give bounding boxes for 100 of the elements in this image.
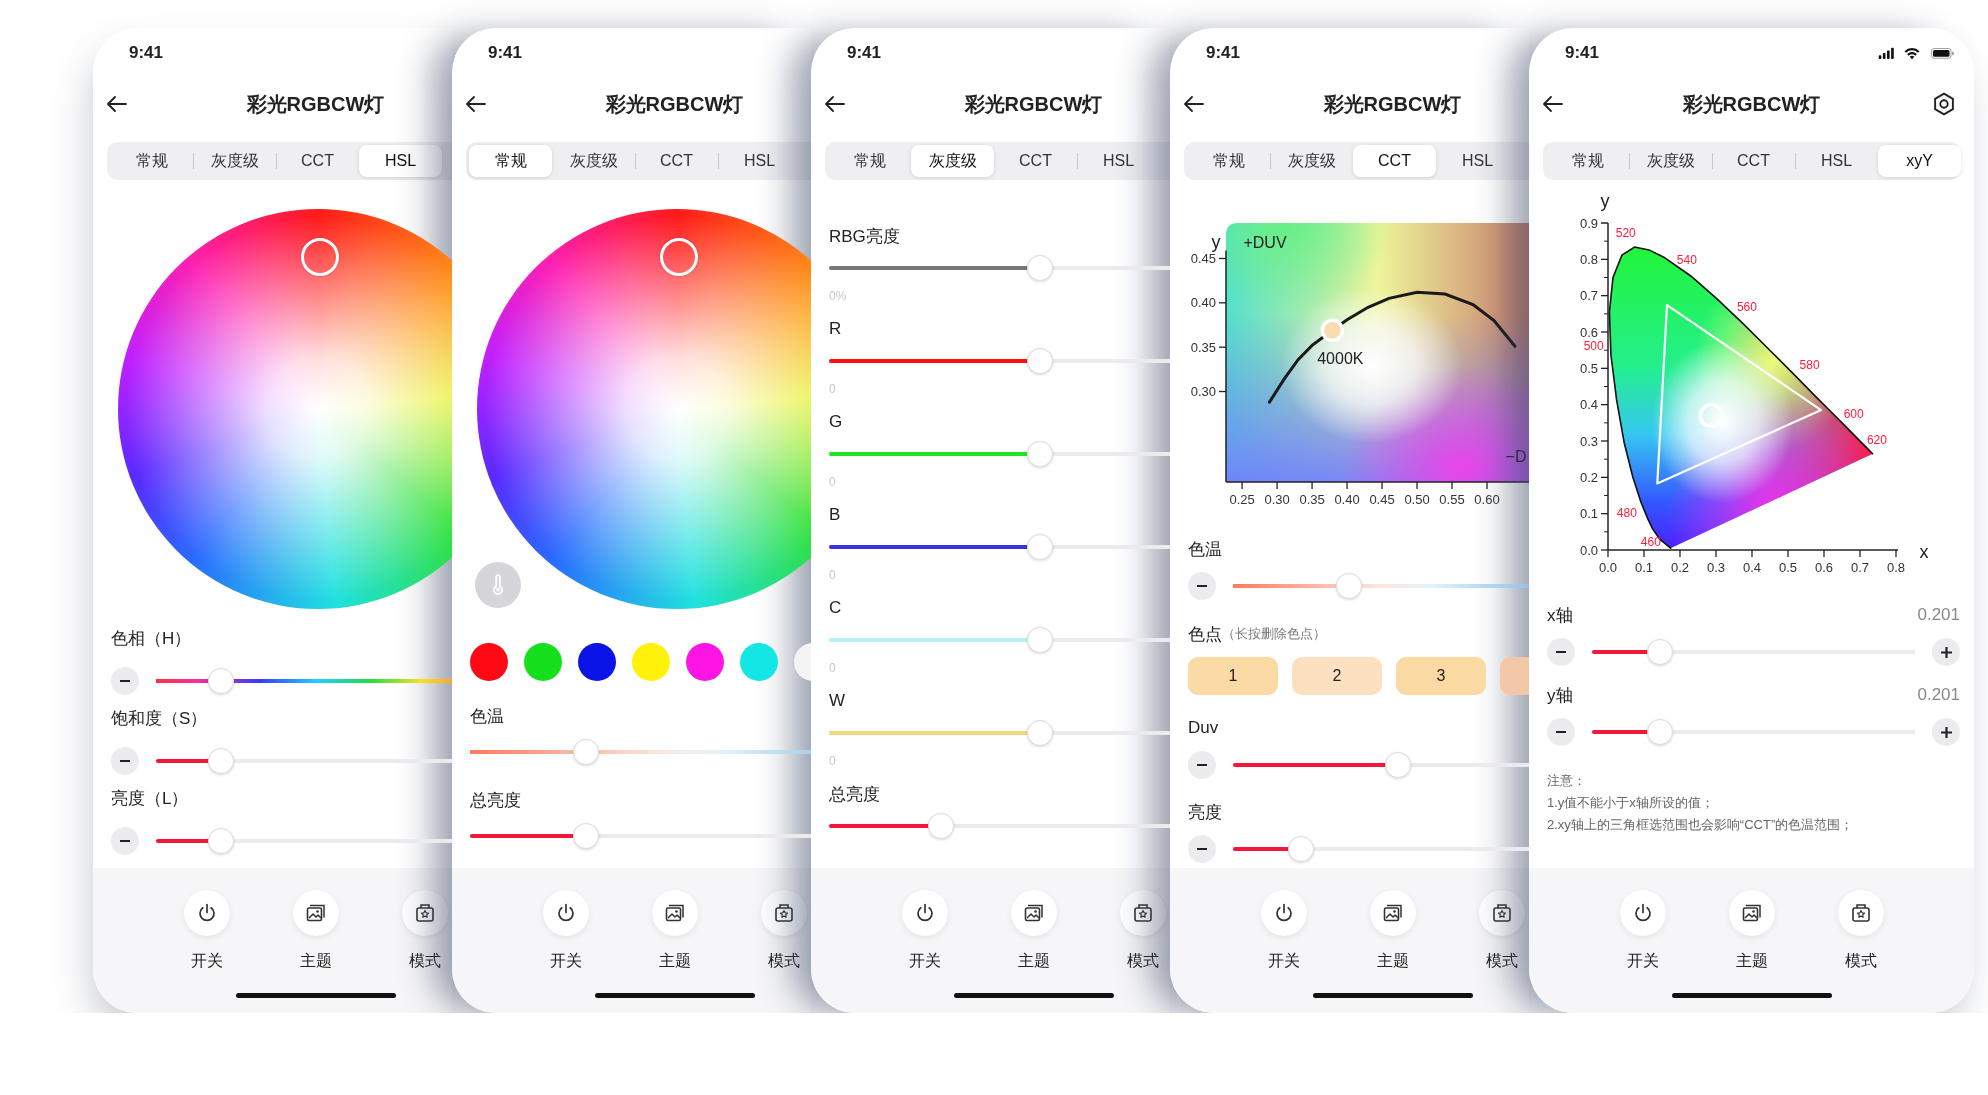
slider-thumb[interactable] [572, 823, 599, 849]
wavelength-label: 560 [1736, 300, 1757, 315]
color-swatch[interactable] [632, 643, 670, 681]
axis-tick-label: 0.30 [1264, 492, 1290, 507]
slider-thumb[interactable] [207, 668, 234, 694]
gamut-triangle[interactable] [1656, 304, 1823, 485]
plus-icon [1940, 726, 1952, 738]
tab[interactable]: 常规 [110, 145, 193, 177]
bottom-nav-button[interactable]: 开关 [870, 890, 979, 972]
status-time: 9:41 [488, 43, 523, 63]
color-swatch[interactable] [524, 643, 562, 681]
tab[interactable]: 常规 [828, 145, 911, 177]
bottom-nav-button[interactable]: 开关 [152, 890, 261, 972]
wavelength-label: 540 [1676, 253, 1697, 268]
picture-icon [1369, 890, 1416, 936]
power-icon [542, 890, 589, 936]
settings-icon[interactable] [1931, 91, 1957, 117]
slider-thumb[interactable] [1384, 752, 1411, 778]
slider-thumb[interactable] [1287, 836, 1314, 862]
slider-thumb[interactable] [1026, 627, 1053, 653]
nav-label: 开关 [908, 951, 941, 971]
color-point-chip[interactable]: 2 [1292, 657, 1382, 695]
minus-icon [1197, 764, 1207, 766]
nav-label: 开关 [1626, 951, 1659, 971]
slider-thumb[interactable] [572, 739, 599, 765]
slider-thumb[interactable] [1026, 441, 1053, 467]
slider-label: 色温 [470, 705, 504, 728]
slider-label: R [829, 319, 842, 339]
bottom-nav-button[interactable]: 开关 [1229, 890, 1338, 972]
bottom-nav-button[interactable]: 开关 [511, 890, 620, 972]
power-icon [183, 890, 230, 936]
slider-thumb[interactable] [1646, 719, 1673, 745]
color-swatch[interactable] [470, 643, 508, 681]
axis-tick-label: 0.9 [1579, 215, 1598, 231]
wavelength-label: 460 [1640, 535, 1661, 549]
nav-label: 主题 [299, 951, 332, 971]
slider-label: 色相（H） [111, 627, 192, 650]
tab[interactable]: 常规 [469, 145, 552, 177]
slider-label: 饱和度（S） [111, 707, 208, 730]
color-point-marker[interactable] [1320, 318, 1345, 343]
slider-label: 总亮度 [470, 789, 521, 812]
nav-label: 开关 [549, 951, 582, 971]
color-swatch[interactable] [578, 643, 616, 681]
slider-label: C [829, 598, 842, 618]
minus-button[interactable] [1188, 751, 1216, 779]
slider-thumb[interactable] [1026, 255, 1053, 281]
tab[interactable]: CCT [1353, 145, 1436, 177]
power-icon [1619, 890, 1666, 936]
tab[interactable]: 灰度级 [911, 145, 994, 177]
color-point-chip[interactable]: 1 [1188, 657, 1278, 695]
slider-thumb[interactable] [1026, 534, 1053, 560]
slider-thumb[interactable] [207, 748, 234, 774]
slider-thumb[interactable] [1026, 720, 1053, 746]
plus-button[interactable] [1932, 638, 1960, 666]
slider-label: x轴 [1547, 604, 1573, 627]
color-swatch[interactable] [740, 643, 778, 681]
wavelength-label: 480 [1616, 506, 1637, 521]
bottom-nav-button[interactable]: 模式 [1806, 890, 1915, 972]
minus-button[interactable] [1547, 718, 1575, 746]
minus-button[interactable] [111, 747, 139, 775]
wheel-handle[interactable] [300, 238, 339, 276]
slider-thumb[interactable] [927, 813, 954, 839]
tab[interactable]: 常规 [1546, 145, 1629, 177]
bottom-nav-button[interactable]: 开关 [1588, 890, 1697, 972]
note-text: 2.xy轴上的三角框选范围也会影响“CCT”的色温范围； [1547, 816, 1855, 834]
minus-button[interactable] [111, 827, 139, 855]
slider-thumb[interactable] [1026, 348, 1053, 374]
axis-tick-label: 0.4 [1579, 397, 1598, 413]
minus-button[interactable] [1188, 572, 1216, 600]
tab[interactable]: HSL [359, 145, 442, 177]
nav-label: 模式 [1485, 951, 1518, 971]
minus-button[interactable] [1547, 638, 1575, 666]
tab[interactable]: HSL [1436, 145, 1519, 177]
minus-icon [120, 760, 130, 762]
slider-thumb[interactable] [1646, 639, 1673, 665]
bottom-nav-button[interactable]: 主题 [1338, 890, 1447, 972]
color-swatch[interactable] [686, 643, 724, 681]
axis-tick-label: 0.55 [1439, 492, 1465, 507]
minus-button[interactable] [111, 667, 139, 695]
bottom-nav-button[interactable]: 主题 [979, 890, 1088, 972]
slider-thumb[interactable] [1336, 573, 1363, 599]
plus-button[interactable] [1932, 718, 1960, 746]
chart-annotation: +DUV [1243, 234, 1287, 251]
nav-label: 主题 [1735, 951, 1768, 971]
color-point-marker[interactable] [1698, 402, 1725, 429]
minus-button[interactable] [1188, 835, 1216, 863]
axis-tick-label: 0.0 [1598, 560, 1618, 575]
tab[interactable]: 灰度级 [552, 145, 635, 177]
bottom-nav-button[interactable]: 主题 [261, 890, 370, 972]
tab[interactable]: 常规 [1187, 145, 1270, 177]
tab[interactable]: xyY [1878, 145, 1961, 177]
wheel-handle[interactable] [659, 238, 698, 276]
tab[interactable]: CCT [994, 145, 1077, 177]
status-time: 9:41 [1206, 43, 1241, 63]
bottom-nav-button[interactable]: 主题 [1697, 890, 1806, 972]
slider-thumb[interactable] [207, 828, 234, 854]
color-point-chip[interactable]: 3 [1396, 657, 1486, 695]
picture-icon [651, 890, 698, 936]
minus-icon [120, 680, 130, 682]
bottom-nav-button[interactable]: 主题 [620, 890, 729, 972]
